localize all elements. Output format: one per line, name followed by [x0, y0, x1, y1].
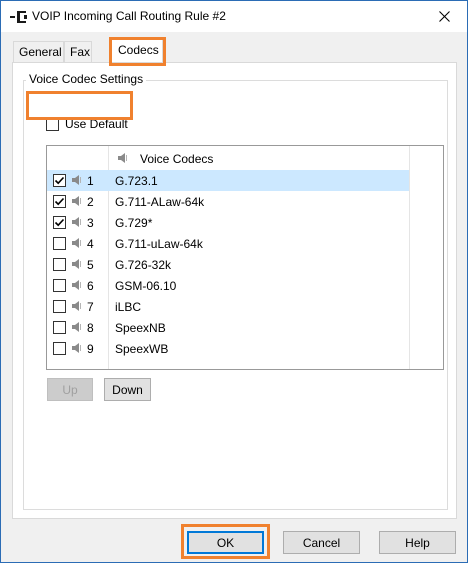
codec-name: G.711-ALaw-64k [115, 195, 205, 209]
codec-enable-checkbox[interactable] [53, 300, 66, 313]
dialog-window: VOIP Incoming Call Routing Rule #2 Gener… [0, 0, 468, 563]
codec-name: GSM-06.10 [115, 279, 177, 293]
codec-row[interactable]: 1 G.723.1 [47, 170, 409, 191]
speaker-icon [71, 174, 83, 186]
codec-priority-number: 7 [87, 300, 94, 314]
speaker-header-icon [117, 152, 129, 164]
use-default-checkbox[interactable]: Use Default [46, 117, 128, 131]
codec-enable-checkbox[interactable] [53, 258, 66, 271]
codec-priority-number: 8 [87, 321, 94, 335]
cancel-button[interactable]: Cancel [283, 531, 360, 554]
codec-name: G.729* [115, 216, 153, 230]
codec-enable-checkbox[interactable] [53, 174, 66, 187]
codec-priority-number: 4 [87, 237, 94, 251]
codec-name: G.711-uLaw-64k [115, 237, 203, 251]
codec-enable-checkbox[interactable] [53, 321, 66, 334]
codec-priority-number: 9 [87, 342, 94, 356]
speaker-icon [71, 195, 83, 207]
list-header: Voice Codecs [47, 146, 443, 170]
codec-enable-checkbox[interactable] [53, 237, 66, 250]
speaker-icon [71, 300, 83, 312]
codec-name: SpeexWB [115, 342, 169, 356]
codec-enable-checkbox[interactable] [53, 195, 66, 208]
codec-enable-checkbox[interactable] [53, 279, 66, 292]
speaker-icon [71, 279, 83, 291]
window-title: VOIP Incoming Call Routing Rule #2 [32, 9, 226, 23]
codec-row[interactable]: 5 G.726-32k [47, 254, 409, 275]
tab-general-label: General [19, 45, 62, 59]
use-default-label[interactable]: Use Default [65, 117, 128, 131]
voice-codec-list[interactable]: Voice Codecs 1 G.723.1 2 G.711-ALaw-64k 3 G.7… [46, 145, 444, 370]
codec-row[interactable]: 3 G.729* [47, 212, 409, 233]
codec-row[interactable]: 9 SpeexWB [47, 338, 409, 359]
title-bar[interactable]: VOIP Incoming Call Routing Rule #2 [1, 1, 467, 32]
help-button[interactable]: Help [379, 531, 456, 554]
speaker-icon [71, 237, 83, 249]
tab-fax[interactable]: Fax [64, 41, 92, 62]
voice-codecs-column-header[interactable]: Voice Codecs [140, 152, 213, 166]
codec-priority-number: 6 [87, 279, 94, 293]
codec-row[interactable]: 8 SpeexNB [47, 317, 409, 338]
codec-name: G.726-32k [115, 258, 172, 272]
speaker-icon [71, 216, 83, 228]
codec-enable-checkbox[interactable] [53, 342, 66, 355]
down-button[interactable]: Down [104, 378, 151, 401]
column-divider [409, 146, 410, 369]
speaker-icon [71, 342, 83, 354]
codec-name: iLBC [115, 300, 142, 314]
tab-fax-label: Fax [70, 45, 91, 59]
codec-priority-number: 5 [87, 258, 94, 272]
up-button[interactable]: Up [47, 378, 93, 401]
codec-row[interactable]: 2 G.711-ALaw-64k [47, 191, 409, 212]
tab-general[interactable]: General [13, 41, 64, 62]
ok-button[interactable]: OK [187, 531, 264, 554]
codec-priority-number: 1 [87, 174, 94, 188]
codecs-tab-page: Voice Codec Settings Use Default Voice C… [12, 62, 457, 519]
tab-codecs[interactable]: Codecs [111, 39, 163, 62]
codec-name: SpeexNB [115, 321, 166, 335]
app-icon [9, 10, 29, 24]
voice-codec-settings-group: Voice Codec Settings Use Default Voice C… [23, 72, 448, 510]
speaker-icon [71, 258, 83, 270]
group-label: Voice Codec Settings [26, 72, 147, 86]
codec-row[interactable]: 4 G.711-uLaw-64k [47, 233, 409, 254]
speaker-icon [71, 321, 83, 333]
codec-enable-checkbox[interactable] [53, 216, 66, 229]
close-button[interactable] [421, 1, 467, 32]
tab-codecs-label: Codecs [118, 43, 159, 57]
codec-priority-number: 2 [87, 195, 94, 209]
codec-row[interactable]: 6 GSM-06.10 [47, 275, 409, 296]
close-icon [438, 11, 450, 22]
codec-row[interactable]: 7 iLBC [47, 296, 409, 317]
codec-name: G.723.1 [115, 174, 158, 188]
codec-priority-number: 3 [87, 216, 94, 230]
